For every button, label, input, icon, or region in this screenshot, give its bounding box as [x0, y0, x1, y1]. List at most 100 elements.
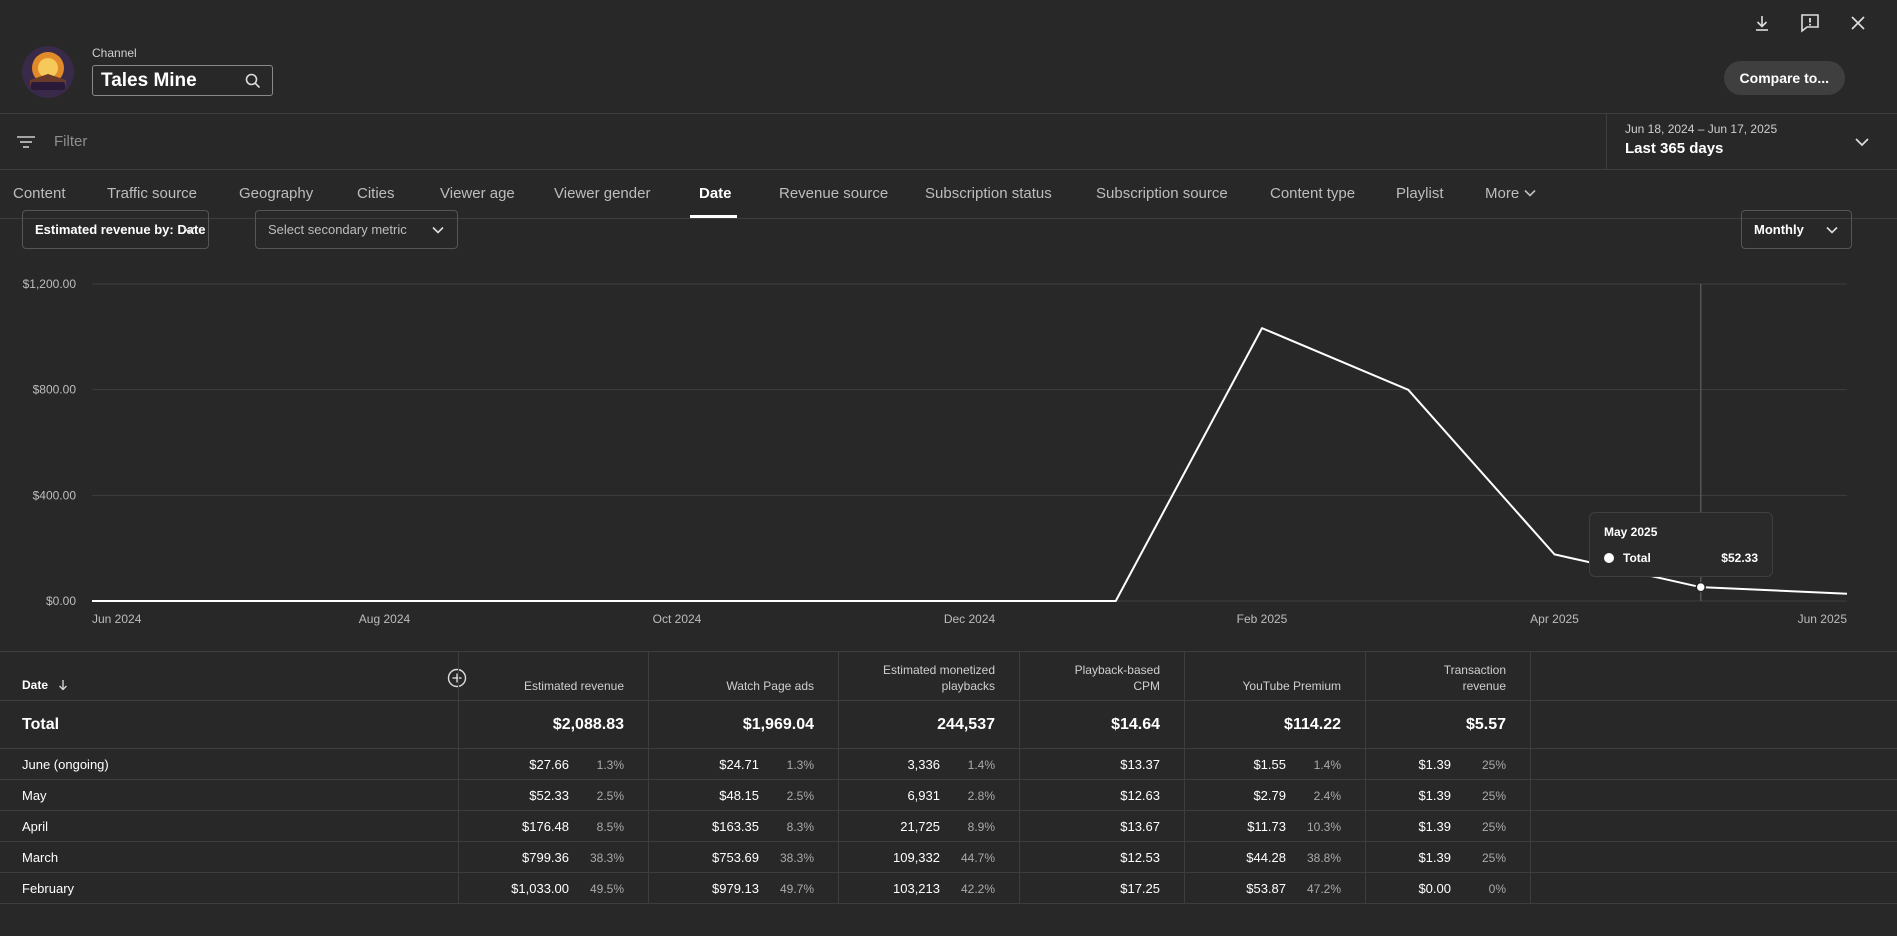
- column-header[interactable]: Estimated revenue: [524, 678, 624, 694]
- search-icon[interactable]: [244, 72, 262, 90]
- tab-viewer-gender[interactable]: Viewer gender: [554, 185, 650, 202]
- filter-bar: Filter Jun 18, 2024 – Jun 17, 2025 Last …: [0, 114, 1897, 170]
- tab-playlist[interactable]: Playlist: [1396, 185, 1444, 202]
- close-icon[interactable]: [1847, 12, 1869, 34]
- chevron-down-icon: [183, 226, 195, 234]
- feedback-icon[interactable]: [1799, 12, 1821, 34]
- total-cell: $14.64: [1111, 716, 1160, 733]
- table-cell-percent: 25%: [1481, 758, 1506, 772]
- table-row[interactable]: May $52.33 2.5% $48.15 2.5% 6,931 2.8% $12.63 $2…: [0, 780, 1897, 811]
- x-tick-label: Jun 2025: [1798, 612, 1848, 626]
- table-cell: $753.69: [712, 850, 759, 865]
- table-cell: $176.48: [522, 819, 569, 834]
- table-cell-percent: 47.2%: [1306, 882, 1341, 896]
- tab-subscription-source[interactable]: Subscription source: [1096, 185, 1228, 202]
- row-label: Total: [22, 716, 60, 733]
- secondary-metric-label: Select secondary metric: [268, 222, 407, 237]
- tab-traffic-source[interactable]: Traffic source: [107, 185, 197, 202]
- total-cell: $114.22: [1284, 716, 1341, 733]
- chevron-down-icon: [1853, 133, 1871, 151]
- x-tick-label: Jun 2024: [92, 612, 142, 626]
- table-cell-percent: 2.5%: [596, 789, 624, 803]
- table-cell: $13.67: [1120, 819, 1160, 834]
- table-cell-percent: 2.8%: [967, 789, 995, 803]
- table-cell: $1,033.00: [511, 881, 569, 896]
- column-header[interactable]: Transaction revenue: [1426, 662, 1506, 694]
- column-header[interactable]: Watch Page ads: [726, 678, 814, 694]
- tab-content-type[interactable]: Content type: [1270, 185, 1355, 202]
- table-cell: 3,336: [907, 757, 940, 772]
- analytics-app: Channel Tales Mine Compare to... Filter: [0, 0, 1897, 936]
- table-cell: $1.39: [1418, 788, 1451, 803]
- series-line-total: [92, 327, 1848, 602]
- add-column-icon[interactable]: [447, 668, 467, 688]
- active-tab-indicator: [690, 215, 737, 218]
- table-cell: $24.71: [719, 757, 759, 772]
- tab-revenue-source[interactable]: Revenue source: [779, 185, 888, 202]
- table-cell: 109,332: [893, 850, 940, 865]
- tab-date[interactable]: Date: [699, 185, 732, 202]
- column-header[interactable]: Estimated monetized playbacks: [865, 662, 995, 694]
- column-header[interactable]: YouTube Premium: [1243, 678, 1342, 694]
- primary-metric-dropdown[interactable]: Estimated revenue by: Date: [22, 210, 209, 249]
- chevron-down-icon: [1826, 226, 1838, 234]
- table-cell: $163.35: [712, 819, 759, 834]
- tab-content[interactable]: Content: [13, 185, 66, 202]
- secondary-metric-dropdown[interactable]: Select secondary metric: [255, 210, 458, 249]
- tab-geography[interactable]: Geography: [239, 185, 313, 202]
- channel-selector[interactable]: Tales Mine: [92, 65, 273, 96]
- table-cell-percent: 1.4%: [1313, 758, 1341, 772]
- row-label: March: [22, 850, 59, 865]
- table-cell: $0.00: [1418, 881, 1451, 896]
- table-cell: $2.79: [1253, 788, 1286, 803]
- granularity-dropdown[interactable]: Monthly: [1741, 210, 1852, 249]
- filter-icon[interactable]: [16, 132, 36, 152]
- table-row[interactable]: February $1,033.00 49.5% $979.13 49.7% 103,21…: [0, 873, 1897, 904]
- tab-subscription-status[interactable]: Subscription status: [925, 185, 1052, 202]
- x-tick-label: Oct 2024: [653, 612, 702, 626]
- table-cell-percent: 38.3%: [589, 851, 624, 865]
- table-cell-percent: 49.5%: [589, 882, 624, 896]
- x-tick-label: Apr 2025: [1530, 612, 1579, 626]
- table-cell: $27.66: [529, 757, 569, 772]
- channel-avatar[interactable]: [22, 46, 74, 98]
- table-cell: $1.39: [1418, 819, 1451, 834]
- x-tick-label: Feb 2025: [1237, 612, 1288, 626]
- date-column-header[interactable]: Date: [22, 678, 69, 692]
- total-row: Total $2,088.83 $1,969.04 244,537 $14.64…: [0, 702, 1897, 749]
- download-icon[interactable]: [1751, 12, 1773, 34]
- compare-button[interactable]: Compare to...: [1723, 61, 1845, 95]
- column-header[interactable]: Playback-based CPM: [1070, 662, 1160, 694]
- table-cell-percent: 42.2%: [960, 882, 995, 896]
- table-cell-percent: 8.5%: [596, 820, 624, 834]
- tab-cities[interactable]: Cities: [357, 185, 395, 202]
- table-cell: $12.63: [1120, 788, 1160, 803]
- row-label: April: [22, 819, 49, 834]
- table-cell-percent: 25%: [1481, 789, 1506, 803]
- tooltip-series: Total: [1623, 551, 1651, 565]
- table-row[interactable]: March $799.36 38.3% $753.69 38.3% 109,332 44.7…: [0, 842, 1897, 873]
- tab-more[interactable]: More: [1485, 185, 1537, 202]
- table-cell-percent: 0%: [1488, 882, 1506, 896]
- date-range-selector[interactable]: Jun 18, 2024 – Jun 17, 2025 Last 365 day…: [1606, 114, 1897, 170]
- x-tick-label: Aug 2024: [359, 612, 411, 626]
- row-label: May: [22, 788, 47, 803]
- table-header: Date Estimated revenue Watch Page ads Es…: [0, 651, 1897, 701]
- chart-tooltip: May 2025 Total $52.33: [1589, 512, 1773, 577]
- sort-arrow-icon: [59, 680, 68, 691]
- table-cell: $44.28: [1246, 850, 1286, 865]
- chevron-down-icon: [1524, 189, 1536, 197]
- filter-input[interactable]: Filter: [54, 133, 87, 150]
- y-tick-label: $800.00: [33, 383, 77, 397]
- table-cell: $53.87: [1246, 881, 1286, 896]
- date-header-label: Date: [22, 678, 49, 692]
- tab-more-label: More: [1485, 185, 1520, 202]
- table-cell: 103,213: [893, 881, 940, 896]
- table-cell: $799.36: [522, 850, 569, 865]
- table-row[interactable]: June (ongoing) $27.66 1.3% $24.71 1.3% 3,336 1…: [0, 749, 1897, 780]
- tab-viewer-age[interactable]: Viewer age: [440, 185, 515, 202]
- table-cell: $48.15: [719, 788, 759, 803]
- table-row[interactable]: April $176.48 8.5% $163.35 8.3% 21,725 8.9% $13…: [0, 811, 1897, 842]
- table-cell-percent: 10.3%: [1306, 820, 1341, 834]
- primary-metric-label: Estimated revenue by: Date: [35, 222, 206, 237]
